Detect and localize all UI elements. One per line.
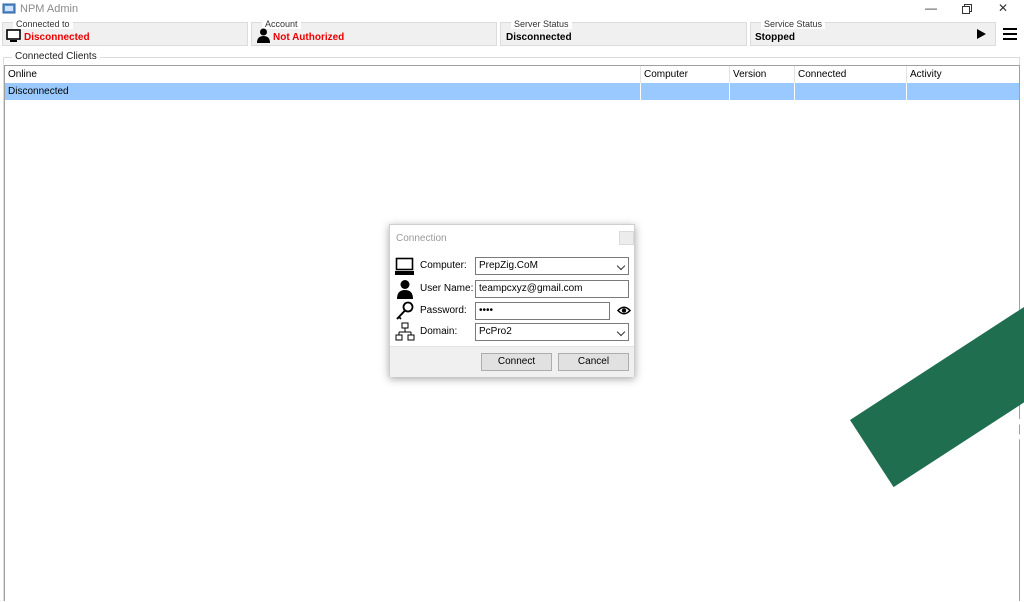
title-bar: NPM Admin — ✕ — [0, 0, 1024, 18]
connected-to-value: Disconnected — [24, 32, 90, 43]
cell-computer — [641, 83, 730, 100]
password-value: •••• — [479, 305, 494, 316]
key-icon — [396, 301, 414, 320]
column-computer[interactable]: Computer — [641, 66, 730, 83]
server-status-value: Disconnected — [506, 32, 572, 43]
service-status-caption: Service Status — [761, 19, 826, 29]
domain-row: Domain: PcPro2 — [395, 322, 631, 342]
table-row[interactable]: Disconnected — [5, 83, 1019, 100]
password-input[interactable]: •••• — [475, 302, 610, 320]
service-status-panel: Service Status Stopped — [750, 19, 996, 46]
computer-value: PrepZig.CoM — [479, 260, 538, 271]
user-icon — [257, 28, 270, 43]
domain-value: PcPro2 — [479, 326, 512, 337]
computer-icon — [395, 257, 414, 275]
password-row: Password: •••• — [395, 301, 631, 321]
clients-header: Online Computer Version Connected Activi… — [5, 66, 1019, 84]
computer-select[interactable]: PrepZig.CoM — [475, 257, 629, 275]
column-connected[interactable]: Connected — [795, 66, 907, 83]
column-activity[interactable]: Activity — [907, 66, 1019, 83]
chevron-down-icon — [616, 327, 626, 337]
dialog-footer: Connect Cancel — [390, 346, 634, 377]
show-password-icon[interactable] — [617, 305, 631, 316]
window-title: NPM Admin — [20, 3, 79, 15]
computer-row: Computer: PrepZig.CoM — [395, 256, 631, 276]
cell-version — [730, 83, 795, 100]
account-value: Not Authorized — [273, 32, 345, 43]
service-status-value: Stopped — [755, 32, 795, 43]
user-name-label: User Name: — [420, 283, 474, 294]
network-icon — [395, 322, 415, 341]
connected-to-panel: Connected to Disconnected — [2, 19, 248, 46]
domain-select[interactable]: PcPro2 — [475, 323, 629, 341]
cell-connected — [795, 83, 907, 100]
server-status-panel: Server Status Disconnected — [500, 19, 747, 46]
password-label: Password: — [420, 305, 467, 316]
monitor-icon — [6, 29, 21, 42]
column-online[interactable]: Online — [5, 66, 641, 83]
user-name-row: User Name: teampcxyz@gmail.com — [395, 279, 631, 299]
chevron-down-icon — [616, 261, 626, 271]
user-icon — [397, 280, 413, 299]
hamburger-menu-icon[interactable] — [1003, 28, 1017, 42]
cell-online: Disconnected — [5, 83, 641, 100]
connected-to-caption: Connected to — [13, 19, 73, 29]
account-panel: Account Not Authorized — [251, 19, 497, 46]
start-service-icon[interactable] — [977, 29, 986, 39]
cancel-button[interactable]: Cancel — [558, 353, 629, 371]
connection-dialog: Connection Computer: PrepZig.CoM User Na… — [389, 224, 635, 377]
user-name-input[interactable]: teampcxyz@gmail.com — [475, 280, 629, 298]
user-name-value: teampcxyz@gmail.com — [479, 283, 583, 294]
minimize-icon[interactable]: — — [914, 0, 948, 18]
cell-activity — [907, 83, 1019, 100]
server-status-caption: Server Status — [511, 19, 572, 29]
column-version[interactable]: Version — [730, 66, 795, 83]
restore-icon[interactable] — [950, 0, 984, 18]
dialog-close-button[interactable] — [619, 231, 634, 245]
app-icon — [2, 3, 16, 14]
dialog-title: Connection — [396, 233, 447, 244]
connect-button[interactable]: Connect — [481, 353, 552, 371]
connected-clients-caption: Connected Clients — [12, 51, 100, 62]
domain-label: Domain: — [420, 326, 458, 337]
computer-label: Computer: — [420, 260, 467, 271]
close-icon[interactable]: ✕ — [986, 0, 1020, 18]
